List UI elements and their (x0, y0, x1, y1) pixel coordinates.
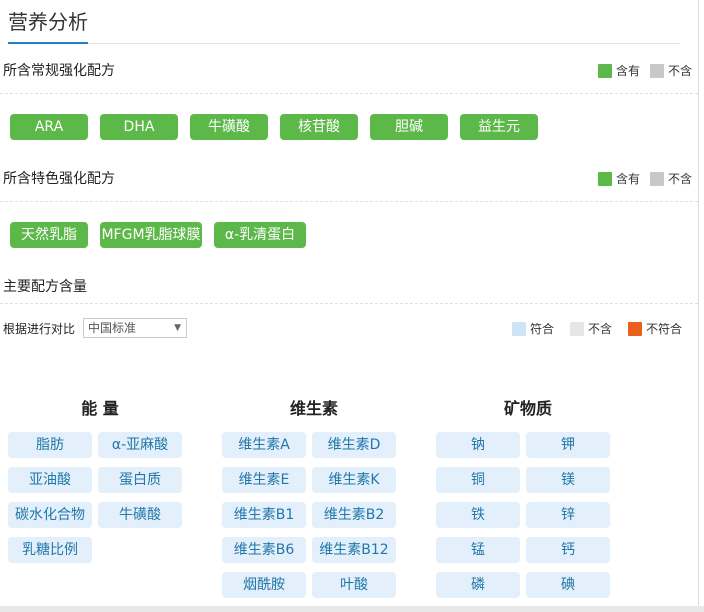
vitamins-nutrient-chip[interactable]: 烟酰胺 (222, 572, 306, 598)
bottom-edge (0, 606, 704, 612)
vitamins-nutrient-chip[interactable]: 维生素B6 (222, 537, 306, 563)
scrollbar[interactable] (698, 0, 699, 612)
minerals-nutrient-chip[interactable]: 锌 (526, 502, 610, 528)
special-formula-chip[interactable]: α-乳清蛋白 (214, 222, 306, 248)
energy-nutrient-chip[interactable]: 碳水化合物 (8, 502, 92, 528)
energy-nutrient-chip[interactable]: 亚油酸 (8, 467, 92, 493)
energy-nutrient-chip[interactable]: 牛磺酸 (98, 502, 182, 528)
regular-legend: 含有 不含 (588, 62, 692, 79)
minerals-nutrient-chip[interactable]: 磷 (436, 572, 520, 598)
legend-none: 不含 (587, 322, 612, 336)
special-legend: 含有 不含 (588, 170, 692, 187)
legend-hasnot: 不含 (667, 172, 692, 186)
bad-swatch (627, 321, 642, 336)
minerals-nutrient-chip[interactable]: 铜 (436, 467, 520, 493)
title-underline (8, 42, 88, 44)
divider (0, 93, 698, 94)
legend-ok: 符合 (529, 322, 554, 336)
regular-formula-chip[interactable]: 牛磺酸 (190, 114, 268, 140)
ok-swatch (511, 321, 526, 336)
vitamins-nutrient-chip[interactable]: 维生素B1 (222, 502, 306, 528)
legend-has: 含有 (615, 64, 640, 78)
vitamins-heading: 维生素 (289, 399, 338, 418)
minerals-nutrient-chip[interactable]: 钠 (436, 432, 520, 458)
chevron-down-icon: ▼ (174, 323, 181, 333)
minerals-nutrient-chip[interactable]: 铁 (436, 502, 520, 528)
standard-select[interactable]: 中国标准 ▼ (83, 318, 187, 338)
vitamins-nutrient-chip[interactable]: 维生素B12 (312, 537, 396, 563)
divider (0, 303, 698, 304)
vitamins-nutrient-chip[interactable]: 维生素D (312, 432, 396, 458)
minerals-nutrient-chip[interactable]: 钾 (526, 432, 610, 458)
minerals-nutrient-chip[interactable]: 碘 (526, 572, 610, 598)
legend-has: 含有 (615, 172, 640, 186)
legend-bad: 不符合 (645, 322, 682, 336)
vitamins-nutrient-chip[interactable]: 维生素B2 (312, 502, 396, 528)
none-swatch (569, 321, 584, 336)
title-divider (8, 43, 680, 44)
regular-heading: 所含常规强化配方 (3, 63, 115, 79)
has-swatch (597, 63, 612, 78)
energy-heading: 能 量 (81, 399, 119, 418)
has-swatch (597, 171, 612, 186)
compare-label: 根据进行对比 (3, 322, 76, 336)
divider (0, 201, 698, 202)
vitamins-nutrient-chip[interactable]: 叶酸 (312, 572, 396, 598)
regular-formula-chip[interactable]: DHA (100, 114, 178, 140)
minerals-nutrient-chip[interactable]: 钙 (526, 537, 610, 563)
regular-formula-chip[interactable]: 胆碱 (370, 114, 448, 140)
vitamins-nutrient-chip[interactable]: 维生素A (222, 432, 306, 458)
minerals-nutrient-chip[interactable]: 镁 (526, 467, 610, 493)
hasnot-swatch (649, 63, 664, 78)
regular-formula-chip[interactable]: ARA (10, 114, 88, 140)
main-heading: 主要配方含量 (3, 279, 87, 295)
energy-nutrient-chip[interactable]: 蛋白质 (98, 467, 182, 493)
energy-nutrient-chip[interactable]: 乳糖比例 (8, 537, 92, 563)
standard-value: 中国标准 (88, 321, 137, 335)
special-formula-chip[interactable]: 天然乳脂 (10, 222, 88, 248)
regular-formula-chip[interactable]: 益生元 (460, 114, 538, 140)
regular-formula-chip[interactable]: 核苷酸 (280, 114, 358, 140)
vitamins-nutrient-chip[interactable]: 维生素K (312, 467, 396, 493)
energy-nutrient-chip[interactable]: 脂肪 (8, 432, 92, 458)
page-title: 营养分析 (8, 10, 88, 34)
main-legend: 符合 不含 不符合 (502, 320, 682, 337)
special-formula-chip[interactable]: MFGM乳脂球膜 (100, 222, 202, 248)
minerals-heading: 矿物质 (503, 399, 552, 418)
special-heading: 所含特色强化配方 (3, 171, 115, 187)
hasnot-swatch (649, 171, 664, 186)
legend-hasnot: 不含 (667, 64, 692, 78)
vitamins-nutrient-chip[interactable]: 维生素E (222, 467, 306, 493)
minerals-nutrient-chip[interactable]: 锰 (436, 537, 520, 563)
energy-nutrient-chip[interactable]: α-亚麻酸 (98, 432, 182, 458)
